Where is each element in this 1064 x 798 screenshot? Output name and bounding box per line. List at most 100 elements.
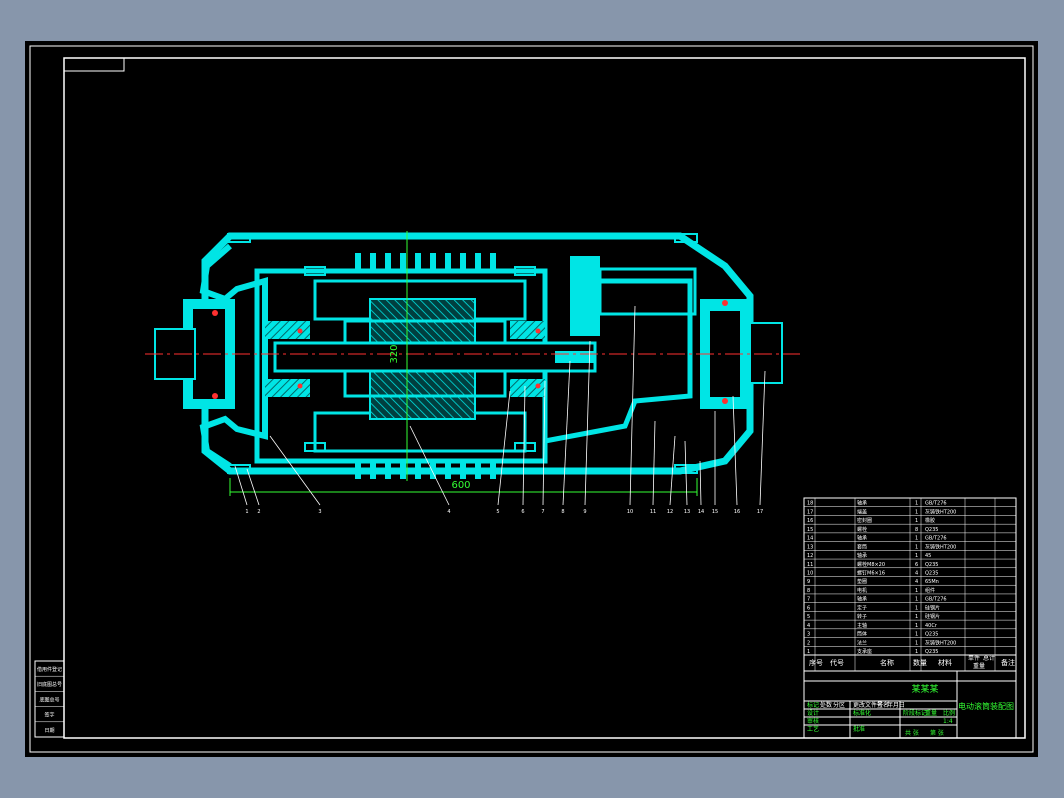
parts-cell: 轴承	[857, 552, 867, 559]
parts-cell: 1	[915, 544, 918, 550]
balloon-number: 6	[521, 509, 524, 515]
parts-cell: 1	[915, 501, 918, 507]
parts-list-row: 7 轴承 1 GB/T276	[807, 596, 947, 603]
header-unit-weight: 单件	[968, 654, 980, 662]
parts-cell: 轴承	[857, 535, 867, 542]
tb-stage-mark: 阶段标记	[903, 709, 927, 717]
header-name: 名称	[880, 658, 894, 667]
header-total-weight: 总计	[983, 654, 995, 662]
parts-cell: 螺栓	[857, 526, 867, 533]
tb-date: 年月日	[887, 701, 905, 709]
tb-scale: 比例	[943, 709, 955, 717]
parts-cell: 4	[915, 579, 918, 585]
balloon-number: 8	[561, 509, 564, 515]
side-row-label: 日期	[44, 728, 54, 734]
parts-list-row: 3 筒体 1 Q235	[807, 631, 938, 638]
parts-cell: Q235	[925, 527, 938, 533]
parts-cell: 8	[915, 527, 918, 533]
parts-cell: 17	[807, 509, 813, 515]
parts-list-row: 9 垫圈 4 65Mn	[807, 578, 939, 585]
tb-sheet-no: 第 张	[930, 729, 944, 737]
right-shaft-end	[749, 322, 783, 384]
parts-cell: 11	[807, 562, 813, 568]
parts-list-row: 4 主轴 1 40Cr	[807, 622, 938, 629]
tb-standardize: 标准化	[853, 709, 871, 717]
parts-cell: 筒体	[857, 631, 867, 638]
parts-list-row: 8 电机 1 组件	[807, 587, 935, 594]
parts-cell: 6	[915, 562, 918, 568]
balloon-number: 15	[712, 509, 718, 515]
tb-mark: 标记	[807, 701, 819, 709]
parts-cell: 套筒	[857, 543, 867, 550]
parts-cell: 16	[807, 518, 813, 524]
parts-cell: 硅钢片	[925, 604, 940, 611]
side-row-label: 底图总号	[39, 696, 59, 703]
parts-cell: Q235	[925, 649, 938, 655]
parts-list-row: 10 螺钉M6×16 4 Q235	[807, 570, 938, 577]
balloon-number: 17	[757, 509, 763, 515]
side-row-label: 旧底图总号	[37, 681, 62, 688]
side-row-label: 签字	[44, 712, 54, 719]
balloon-number: 1	[245, 509, 248, 515]
balloon-labels: 1 2 3 4 5 6 7 8 9 10 11 12 13 14 15 16 17	[245, 509, 763, 515]
tb-scale-value: 1:4	[943, 718, 953, 725]
parts-cell: 1	[915, 605, 918, 611]
parts-cell: 1	[807, 649, 810, 655]
tb-count: 处数	[820, 701, 832, 709]
parts-cell: 轴承	[857, 596, 867, 603]
parts-cell: 1	[915, 553, 918, 559]
parts-cell: 主轴	[857, 622, 867, 629]
tb-review: 审核	[807, 717, 819, 725]
parts-list-row: 5 转子 1 硅钢片	[807, 613, 940, 620]
balloon-number: 11	[650, 509, 656, 515]
balloon-number: 3	[318, 509, 321, 515]
cooling-fins-top	[355, 253, 496, 271]
balloon-number: 5	[496, 509, 499, 515]
parts-cell: 10	[807, 571, 813, 577]
parts-cell: 40Cr	[925, 623, 938, 629]
parts-cell: 1	[915, 632, 918, 638]
parts-list-row: 15 螺栓 8 Q235	[807, 526, 938, 533]
header-remark: 备注	[1001, 658, 1015, 667]
balloon-number: 14	[698, 509, 704, 515]
parts-cell: 6	[807, 605, 810, 611]
parts-cell: Q235	[925, 632, 938, 638]
code-box	[63, 57, 125, 72]
balloon-number: 9	[583, 509, 586, 515]
stator-core-top	[369, 298, 476, 348]
parts-list-row: 1 支承座 1 Q235	[807, 648, 938, 655]
balloon-number: 10	[627, 509, 633, 515]
balloon-number: 16	[734, 509, 740, 515]
header-no: 序号	[809, 658, 823, 667]
parts-cell: 螺钉M6×16	[857, 570, 885, 577]
parts-cell: 1	[915, 597, 918, 603]
parts-cell: 18	[807, 501, 813, 507]
parts-cell: 4	[915, 571, 918, 577]
parts-cell: 1	[915, 649, 918, 655]
parts-cell: 定子	[857, 604, 867, 611]
dim-length-text: 600	[451, 480, 470, 491]
parts-list-row: 18 轴承 1 GB/T276	[807, 500, 947, 507]
parts-cell: 橡胶	[925, 517, 935, 524]
tb-design: 设计	[807, 709, 819, 717]
parts-cell: 65Mn	[925, 579, 939, 585]
leader-line	[562, 360, 571, 506]
parts-cell: 密封圈	[857, 517, 872, 524]
drawing-sheet: 600 320 1 2 3 4 5 6 7 8 9 10 11 12 13 14 15 16 17 18 轴承 1 G…	[25, 41, 1038, 757]
inner-bearing-left-bottom	[265, 379, 310, 397]
parts-cell: 1	[915, 640, 918, 646]
parts-cell: 12	[807, 553, 813, 559]
parts-list-row: 2 法兰 1 灰铸铁HT200	[807, 639, 956, 646]
parts-list-rows: 18 轴承 1 GB/T27617 端盖 1 灰铸铁HT20016 密封圈 1 橡胶15 螺栓 8 Q2…	[804, 498, 1016, 671]
parts-cell: 法兰	[857, 639, 867, 646]
balloon-number: 4	[447, 509, 450, 515]
parts-cell: 5	[807, 614, 810, 620]
parts-cell: 2	[807, 640, 810, 646]
parts-cell: 支承座	[857, 648, 872, 655]
parts-cell: 1	[915, 536, 918, 542]
parts-cell: 1	[915, 518, 918, 524]
main-shaft	[273, 341, 597, 373]
header-code: 代号	[830, 658, 844, 667]
tb-approve: 批准	[853, 725, 865, 733]
parts-cell: 4	[807, 623, 810, 629]
